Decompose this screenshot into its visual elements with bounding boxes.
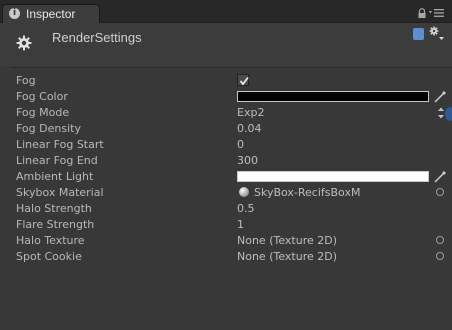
info-icon: i <box>9 8 20 19</box>
checkmark-icon <box>239 76 249 86</box>
flare-strength-label: Flare Strength <box>16 218 95 231</box>
eyedropper-icon[interactable] <box>433 90 447 104</box>
fog-color-label: Fog Color <box>16 90 68 103</box>
fog-color-row: Fog Color <box>0 89 452 105</box>
settings-icon[interactable] <box>429 26 445 42</box>
tab-inspector[interactable]: i Inspector <box>2 4 100 23</box>
halo-strength-field[interactable]: 0.5 <box>237 202 255 215</box>
fog-density-row: Fog Density 0.04 <box>0 121 452 137</box>
fog-mode-row: Fog Mode Exp2 <box>0 105 452 121</box>
component-title: RenderSettings <box>52 30 142 45</box>
help-icon[interactable] <box>413 28 424 40</box>
flare-strength-field[interactable]: 1 <box>237 218 244 231</box>
object-picker-icon[interactable] <box>436 236 444 244</box>
ambient-light-swatch[interactable] <box>237 171 429 182</box>
linear-fog-start-field[interactable]: 0 <box>237 138 244 151</box>
fog-color-swatch[interactable] <box>237 91 429 102</box>
linear-fog-end-row: Linear Fog End 300 <box>0 153 452 169</box>
skybox-material-label: Skybox Material <box>16 186 104 199</box>
material-sphere-icon <box>239 187 249 197</box>
fog-label: Fog <box>16 74 36 87</box>
fog-row: Fog <box>0 73 452 89</box>
halo-strength-label: Halo Strength <box>16 202 92 215</box>
header-separator <box>10 67 452 68</box>
flare-strength-row: Flare Strength 1 <box>0 217 452 233</box>
cog-icon <box>16 35 32 51</box>
fog-mode-label: Fog Mode <box>16 106 70 119</box>
ambient-light-row: Ambient Light <box>0 169 452 185</box>
object-picker-icon[interactable] <box>436 252 444 260</box>
tab-menu-icon[interactable] <box>429 8 445 18</box>
eyedropper-icon[interactable] <box>433 170 447 184</box>
ambient-light-label: Ambient Light <box>16 170 94 183</box>
spot-cookie-label: Spot Cookie <box>16 250 82 263</box>
halo-texture-label: Halo Texture <box>16 234 85 247</box>
spot-cookie-field[interactable]: None (Texture 2D) <box>237 250 337 263</box>
fog-checkbox[interactable] <box>237 74 249 86</box>
tab-label: Inspector <box>26 7 76 21</box>
halo-texture-field[interactable]: None (Texture 2D) <box>237 234 337 247</box>
fog-density-label: Fog Density <box>16 122 81 135</box>
fog-density-field[interactable]: 0.04 <box>237 122 262 135</box>
tab-bar: i Inspector <box>0 0 452 23</box>
linear-fog-end-field[interactable]: 300 <box>237 154 258 167</box>
halo-texture-row: Halo Texture None (Texture 2D) <box>0 233 452 249</box>
fog-mode-dropdown[interactable]: Exp2 <box>237 106 264 119</box>
object-picker-icon[interactable] <box>436 188 444 196</box>
linear-fog-start-label: Linear Fog Start <box>16 138 104 151</box>
lock-icon[interactable] <box>417 8 427 18</box>
skybox-material-field[interactable]: SkyBox-RecifsBoxM <box>254 186 360 199</box>
linear-fog-start-row: Linear Fog Start 0 <box>0 137 452 153</box>
halo-strength-row: Halo Strength 0.5 <box>0 201 452 217</box>
spot-cookie-row: Spot Cookie None (Texture 2D) <box>0 249 452 265</box>
edge-glow <box>445 107 452 121</box>
dropdown-arrows-icon[interactable] <box>437 106 445 120</box>
skybox-material-row: Skybox Material SkyBox-RecifsBoxM <box>0 185 452 201</box>
linear-fog-end-label: Linear Fog End <box>16 154 98 167</box>
